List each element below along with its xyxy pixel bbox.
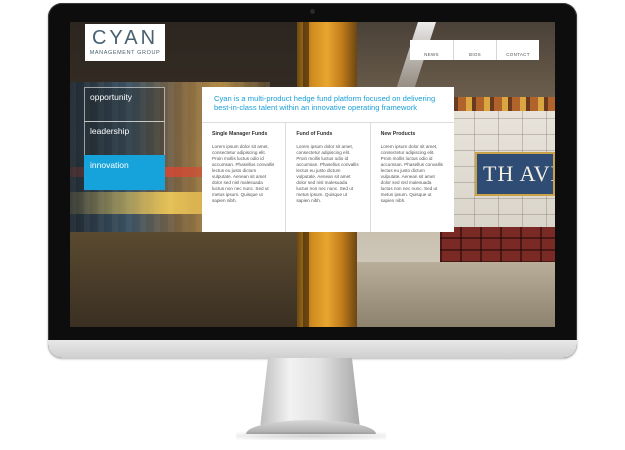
nav-bios[interactable]: BIOS	[453, 40, 496, 60]
sidebar-item-opportunity[interactable]: opportunity	[84, 87, 165, 122]
logo-tagline: MANAGEMENT GROUP	[89, 50, 161, 56]
camera-icon	[310, 9, 315, 14]
website-screen: TH AVE. CYAN MANAGEMENT GROUP NEWS BIOS …	[70, 22, 555, 327]
monitor-chin	[48, 340, 577, 358]
product-columns: Single Manager Funds Lorem ipsum dolor s…	[202, 123, 454, 232]
sidebar-item-innovation[interactable]: innovation	[84, 155, 165, 190]
panel-heading: Cyan is a multi-product hedge fund platf…	[202, 87, 454, 123]
column-body: Lorem ipsum dolor sit amet, consectetur …	[296, 144, 359, 203]
nav-contact[interactable]: CONTACT	[496, 40, 539, 60]
content-panel: Cyan is a multi-product hedge fund platf…	[202, 87, 454, 232]
sidebar-menu: opportunity leadership innovation	[84, 87, 165, 190]
column-title[interactable]: Fund of Funds	[296, 131, 359, 137]
station-sign: TH AVE.	[475, 152, 555, 196]
cyan-logo[interactable]: CYAN MANAGEMENT GROUP	[85, 24, 165, 61]
column-single-manager-funds: Single Manager Funds Lorem ipsum dolor s…	[202, 123, 285, 232]
platform-floor	[357, 262, 555, 327]
track-floor	[70, 232, 300, 327]
monitor-stand	[260, 358, 360, 428]
column-body: Lorem ipsum dolor sit amet, consectetur …	[212, 144, 275, 203]
top-nav: NEWS BIOS CONTACT	[410, 40, 539, 60]
mosaic-border	[440, 97, 555, 111]
column-body: Lorem ipsum dolor sit amet, consectetur …	[380, 144, 443, 203]
sidebar-item-leadership[interactable]: leadership	[84, 121, 165, 156]
stand-shadow	[236, 432, 386, 440]
column-new-products: New Products Lorem ipsum dolor sit amet,…	[369, 123, 454, 232]
nav-news[interactable]: NEWS	[410, 40, 453, 60]
column-title[interactable]: New Products	[381, 131, 444, 137]
column-fund-of-funds: Fund of Funds Lorem ipsum dolor sit amet…	[285, 123, 369, 232]
logo-wordmark: CYAN	[91, 27, 159, 49]
column-title[interactable]: Single Manager Funds	[212, 131, 275, 137]
